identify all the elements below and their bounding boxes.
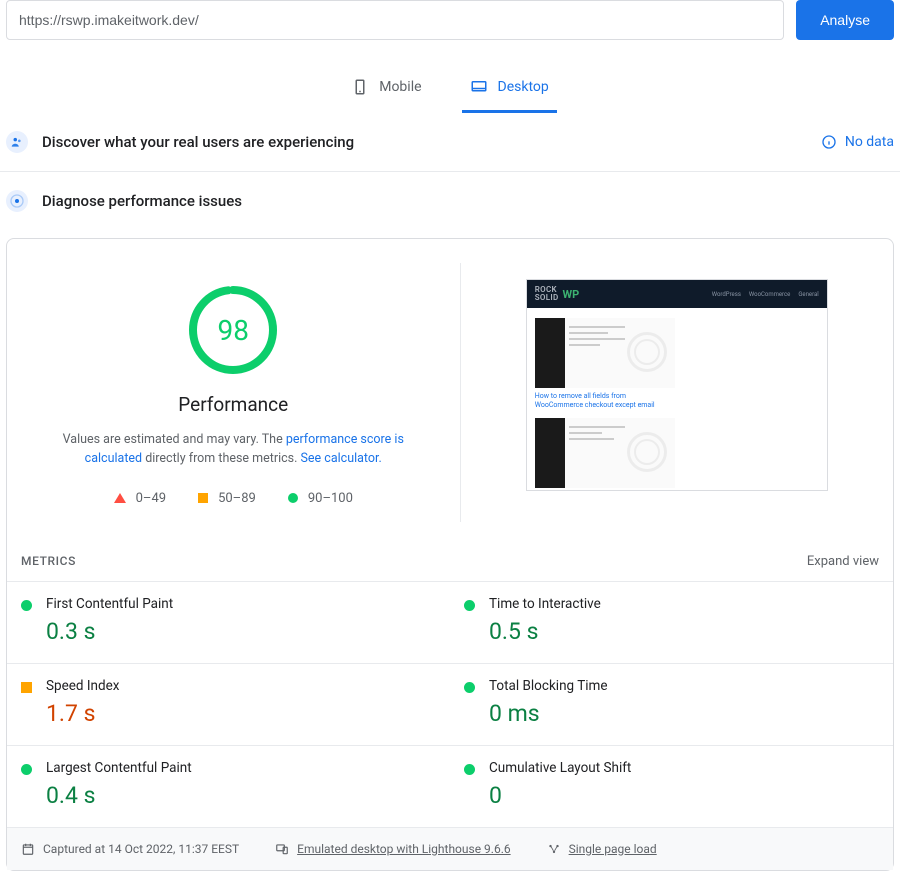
- calc-link-2[interactable]: See calculator.: [301, 451, 382, 466]
- devices-icon: [275, 842, 289, 856]
- triangle-icon: [114, 493, 126, 503]
- real-user-title: Discover what your real users are experi…: [42, 133, 807, 151]
- url-input[interactable]: [6, 0, 784, 40]
- legend-mid: 50–89: [198, 491, 256, 506]
- no-data-link[interactable]: No data: [821, 134, 894, 150]
- expand-view-toggle[interactable]: Expand view: [807, 554, 879, 569]
- tab-mobile[interactable]: Mobile: [343, 68, 429, 113]
- metric-tbt: Total Blocking Time0 ms: [450, 664, 893, 746]
- emulated-device[interactable]: Emulated desktop with Lighthouse 9.6.6: [275, 842, 510, 856]
- no-data-label: No data: [845, 134, 894, 150]
- performance-gauge: 98: [188, 285, 278, 375]
- diagnose-icon: [6, 190, 28, 212]
- metric-lcp: Largest Contentful Paint0.4 s: [7, 746, 450, 828]
- metric-fcp: First Contentful Paint0.3 s: [7, 582, 450, 664]
- report-footer: Captured at 14 Oct 2022, 11:37 EEST Emul…: [7, 828, 893, 870]
- circle-icon: [288, 493, 298, 503]
- device-tabs: Mobile Desktop: [0, 68, 900, 113]
- network-icon: [547, 842, 561, 856]
- status-dot-icon: [21, 764, 32, 775]
- info-icon: [821, 134, 837, 150]
- status-dot-icon: [464, 764, 475, 775]
- calendar-icon: [21, 842, 35, 856]
- performance-description: Values are estimated and may vary. The p…: [37, 430, 430, 469]
- lighthouse-report: 98 Performance Values are estimated and …: [6, 238, 894, 871]
- captured-at: Captured at 14 Oct 2022, 11:37 EEST: [21, 842, 239, 856]
- legend-good: 90–100: [288, 491, 353, 506]
- score-legend: 0–49 50–89 90–100: [114, 491, 353, 506]
- metrics-heading: METRICS: [21, 554, 76, 568]
- page-screenshot: ROCK SOLID WP WordPress WooCommerce Gene…: [526, 279, 828, 491]
- users-icon: [6, 131, 28, 153]
- metric-si: Speed Index1.7 s: [7, 664, 450, 746]
- metrics-grid: First Contentful Paint0.3 s Time to Inte…: [7, 582, 893, 828]
- metric-tti: Time to Interactive0.5 s: [450, 582, 893, 664]
- desktop-icon: [470, 78, 488, 96]
- metric-cls: Cumulative Layout Shift0: [450, 746, 893, 828]
- mobile-icon: [351, 78, 369, 96]
- status-dot-icon: [464, 600, 475, 611]
- status-dot-icon: [21, 600, 32, 611]
- status-dot-icon: [21, 682, 32, 693]
- diagnose-title: Diagnose performance issues: [42, 192, 894, 210]
- page-load-type[interactable]: Single page load: [547, 842, 657, 856]
- tab-desktop[interactable]: Desktop: [462, 68, 557, 113]
- legend-poor: 0–49: [114, 491, 166, 506]
- real-user-section: Discover what your real users are experi…: [0, 113, 900, 172]
- performance-score: 98: [188, 285, 278, 375]
- diagnose-section: Diagnose performance issues: [0, 172, 900, 230]
- tab-mobile-label: Mobile: [379, 79, 421, 95]
- performance-label: Performance: [178, 393, 288, 416]
- status-dot-icon: [464, 682, 475, 693]
- analyse-button[interactable]: Analyse: [796, 0, 894, 40]
- tab-desktop-label: Desktop: [498, 79, 549, 95]
- square-icon: [198, 493, 208, 503]
